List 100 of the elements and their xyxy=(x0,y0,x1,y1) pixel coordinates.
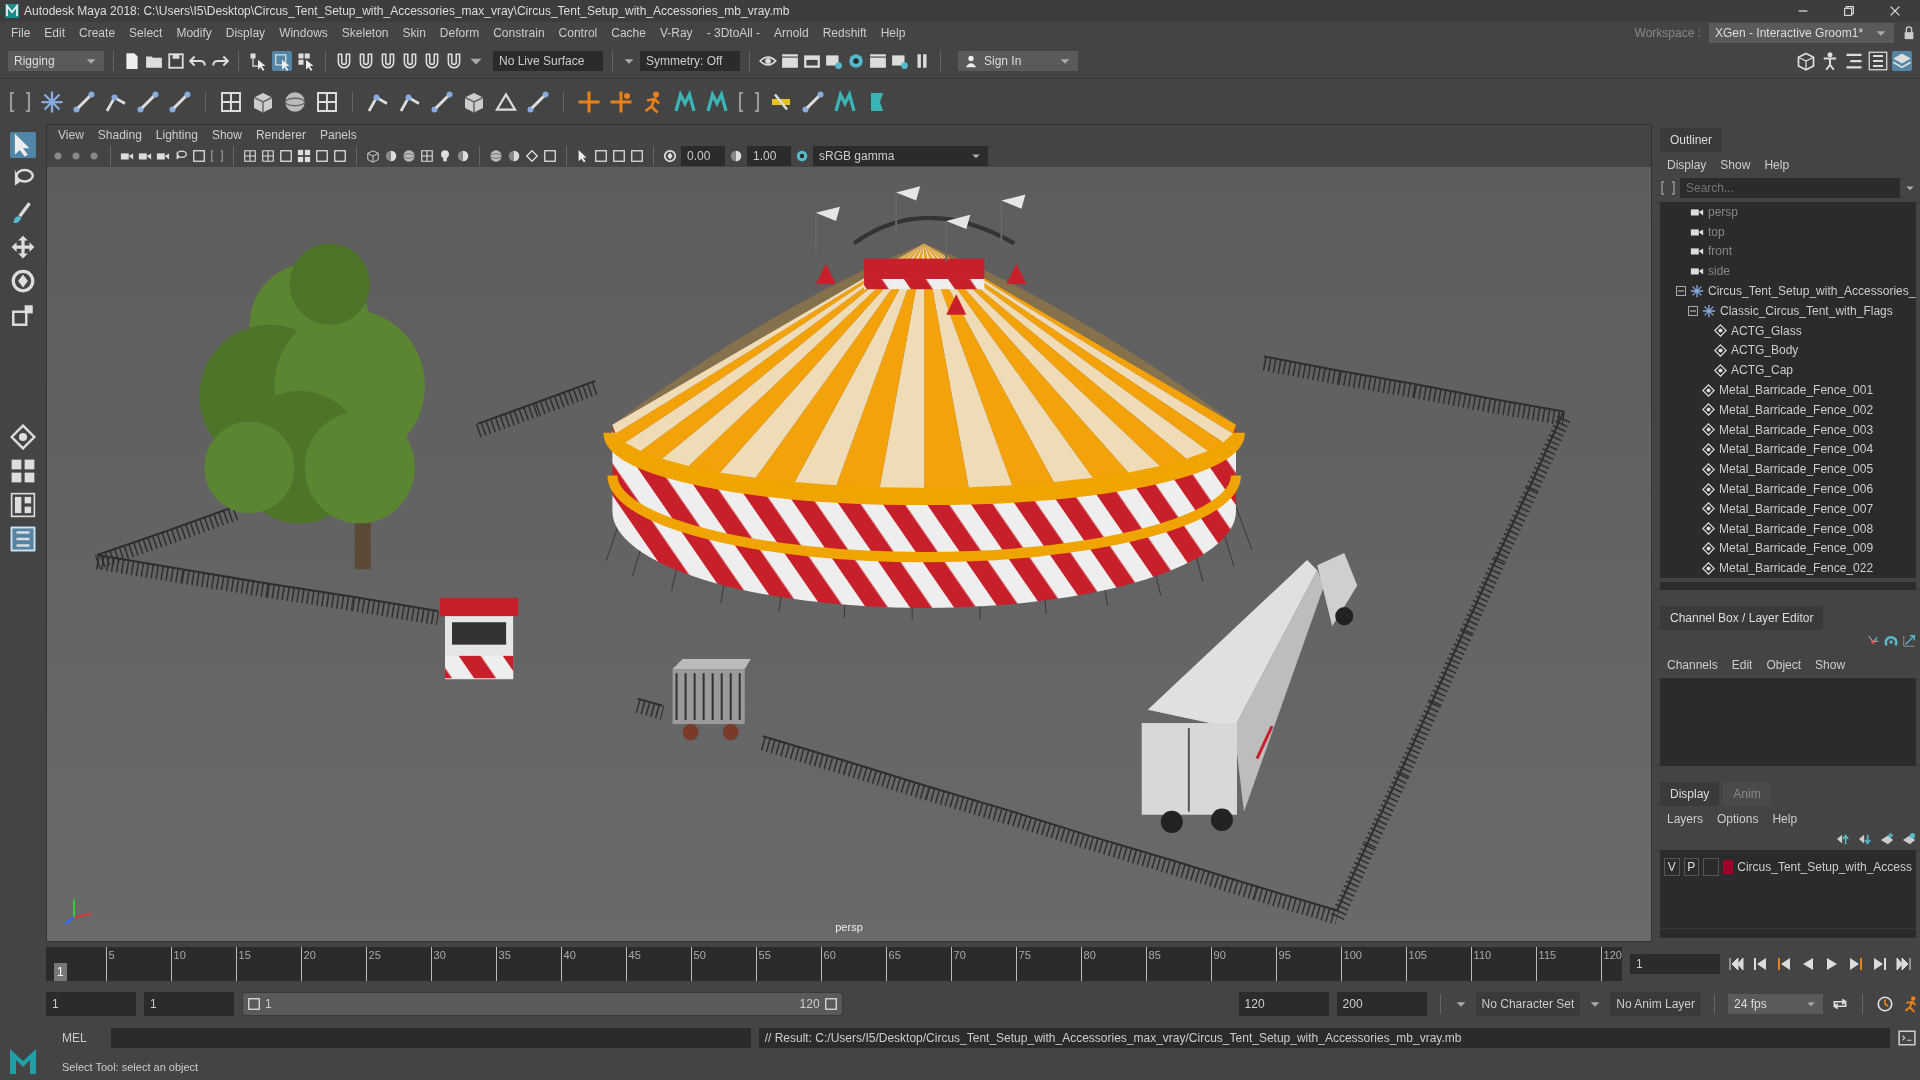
outliner-item[interactable]: ACTG_Cap xyxy=(1731,361,1794,380)
step-back-icon[interactable] xyxy=(1752,956,1768,972)
square-icon[interactable] xyxy=(333,149,347,163)
outliner-item[interactable]: front xyxy=(1708,242,1732,261)
close-icon[interactable] xyxy=(1888,4,1902,18)
previous-key-icon[interactable] xyxy=(1776,956,1792,972)
grid-icon[interactable] xyxy=(243,149,257,163)
panel-menu[interactable]: Display xyxy=(1660,156,1714,174)
ring-icon[interactable] xyxy=(795,149,809,163)
grid-icon[interactable] xyxy=(315,89,339,114)
outliner-item[interactable]: Metal_Barricade_Fence_008 xyxy=(1719,519,1874,538)
light-bulb-icon[interactable] xyxy=(438,149,452,163)
live-surface-field[interactable]: No Live Surface xyxy=(493,51,603,71)
command-input[interactable] xyxy=(110,1028,751,1048)
outliner-item[interactable]: Metal_Barricade_Fence_001 xyxy=(1719,381,1874,400)
shaded-sphere-icon[interactable] xyxy=(384,149,398,163)
menu-item[interactable]: Arnold xyxy=(766,24,816,42)
panel-menu[interactable]: Help xyxy=(1765,810,1805,828)
exposure-field[interactable]: 0.00 xyxy=(681,146,725,166)
diamond-icon[interactable] xyxy=(525,149,539,163)
move-layer-up-icon[interactable] xyxy=(1836,832,1850,846)
viewport-menu[interactable]: Renderer xyxy=(248,126,313,144)
layer-name[interactable]: Circus_Tent_Setup_with_Access xyxy=(1737,858,1912,876)
reference-toggle[interactable] xyxy=(1703,858,1719,876)
snap-diamond-icon[interactable] xyxy=(10,424,36,450)
color-space-dropdown[interactable]: sRGB gamma xyxy=(813,146,988,166)
square-icon[interactable] xyxy=(612,149,626,163)
panel-tab[interactable]: Outliner xyxy=(1660,128,1723,152)
save-icon[interactable] xyxy=(167,52,185,70)
square-icon[interactable] xyxy=(594,149,608,163)
panel-layout-icon[interactable] xyxy=(10,492,36,518)
outliner-item[interactable]: side xyxy=(1708,262,1730,281)
joint-star-icon[interactable] xyxy=(40,89,64,114)
four-panes-icon[interactable] xyxy=(297,149,311,163)
script-editor-icon[interactable] xyxy=(1898,1029,1916,1047)
menu-item[interactable]: Constrain xyxy=(486,24,552,42)
bracket-icon[interactable] xyxy=(8,89,32,114)
playback-toggle[interactable]: P xyxy=(1683,858,1700,876)
menu-item[interactable]: Select xyxy=(122,24,170,42)
bone-icon[interactable] xyxy=(72,89,96,114)
menu-item[interactable]: V-Ray xyxy=(652,24,700,42)
time-slider[interactable]: 1 5 10 15 20 25 30 35 40 45 50 55 60 65 70 75 80 85 90 95 100 105 110 115 120 xyxy=(46,947,1622,981)
bracket-icon[interactable] xyxy=(737,89,761,114)
outliner-item[interactable]: Metal_Barricade_Fence_003 xyxy=(1719,420,1874,439)
script-language-button[interactable]: MEL xyxy=(46,1029,103,1047)
square-icon[interactable] xyxy=(315,149,329,163)
collapse-icon[interactable] xyxy=(1688,305,1698,316)
horizontal-scrollbar[interactable] xyxy=(1660,582,1916,590)
menu-item[interactable]: Redshift xyxy=(815,24,874,42)
square-icon[interactable] xyxy=(630,149,644,163)
new-layer-selected-icon[interactable] xyxy=(1902,832,1916,846)
bone-icon[interactable] xyxy=(430,89,454,114)
horizontal-scrollbar[interactable] xyxy=(1660,928,1916,938)
panel-tab[interactable]: Channel Box / Layer Editor xyxy=(1660,606,1824,630)
bone-icon[interactable] xyxy=(168,89,192,114)
grid-icon[interactable] xyxy=(420,149,434,163)
gamma-field[interactable]: 1.00 xyxy=(747,146,791,166)
magnet-icon[interactable] xyxy=(357,52,375,70)
panel-menu[interactable]: Options xyxy=(1710,810,1766,828)
object-select-icon[interactable] xyxy=(272,51,292,71)
diagonal-arrow-icon[interactable] xyxy=(1902,634,1916,648)
square-icon[interactable] xyxy=(247,997,261,1011)
viewport-menu[interactable]: Panels xyxy=(312,126,364,144)
layer-color-swatch[interactable] xyxy=(1722,860,1734,874)
anim-layer-dropdown[interactable]: No Anim Layer xyxy=(1610,992,1701,1016)
playback-end-field[interactable]: 120 xyxy=(1238,992,1329,1016)
character-set-dropdown[interactable]: No Character Set xyxy=(1475,992,1581,1016)
skip-to-start-icon[interactable] xyxy=(1728,956,1744,972)
square-icon[interactable] xyxy=(279,149,293,163)
outliner-item[interactable]: Metal_Barricade_Fence_022 xyxy=(1719,559,1874,578)
square-icon[interactable] xyxy=(823,997,838,1011)
panel-menu[interactable]: Edit xyxy=(1724,656,1760,674)
cross-icon[interactable] xyxy=(577,89,601,114)
current-frame-marker[interactable]: 1 xyxy=(54,963,67,981)
menu-item[interactable]: Skeleton xyxy=(334,24,396,42)
outliner-item[interactable]: top xyxy=(1708,222,1725,241)
outliner-item[interactable]: Metal_Barricade_Fence_002 xyxy=(1719,400,1874,419)
ipr-render-icon[interactable] xyxy=(803,52,821,70)
four-panes-icon[interactable] xyxy=(10,458,36,484)
end-frame-field[interactable]: 200 xyxy=(1336,992,1427,1016)
render-settings-icon[interactable] xyxy=(825,52,843,70)
panel-menu[interactable]: Show xyxy=(1808,656,1853,674)
layer-tab[interactable]: Display xyxy=(1660,782,1720,806)
fps-dropdown[interactable]: 24 fps xyxy=(1728,994,1823,1014)
mode-dropdown[interactable]: Rigging xyxy=(8,51,104,71)
start-frame-field[interactable]: 1 xyxy=(46,992,136,1016)
menu-item[interactable]: Deform xyxy=(432,24,487,42)
rotate-icon[interactable] xyxy=(10,268,36,294)
outliner-item[interactable]: ACTG_Glass xyxy=(1731,321,1802,340)
symmetry-field[interactable]: Symmetry: Off xyxy=(640,51,740,71)
panel-menu[interactable]: Object xyxy=(1759,656,1809,674)
wire-cube-icon[interactable] xyxy=(1796,51,1816,71)
workspace-dropdown[interactable]: XGen - Interactive Groom1* xyxy=(1709,23,1894,43)
outliner-item[interactable]: Classic_Circus_Tent_with_Flags xyxy=(1720,301,1893,320)
outliner-item[interactable]: Metal_Barricade_Fence_006 xyxy=(1719,480,1874,499)
list-panel-icon[interactable] xyxy=(1868,51,1888,71)
bracket-icon[interactable] xyxy=(210,149,224,163)
magnet-icon[interactable] xyxy=(401,52,419,70)
move-arrows-icon[interactable] xyxy=(10,234,36,260)
sphere-icon[interactable] xyxy=(489,149,503,163)
